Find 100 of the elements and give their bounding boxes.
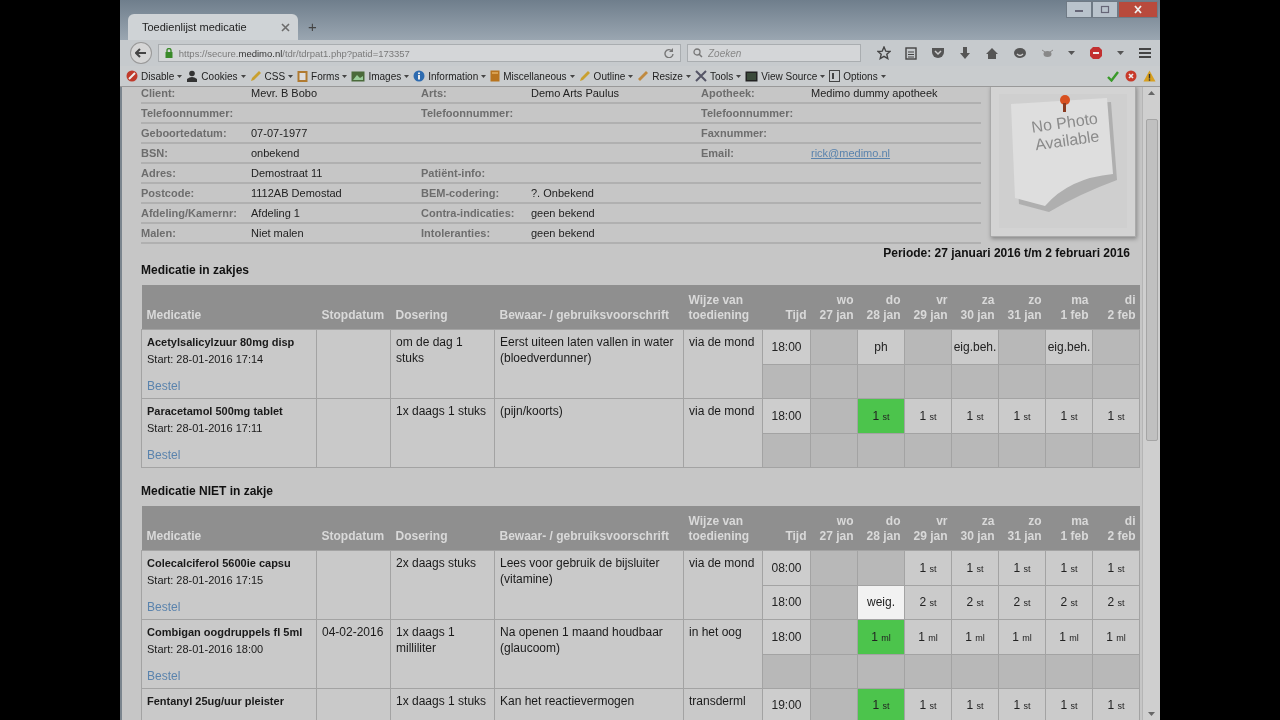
scroll-down-icon[interactable] — [1148, 712, 1155, 716]
image-icon — [351, 70, 366, 82]
column-header: vr 29 jan — [904, 506, 952, 551]
window-icon — [829, 70, 841, 82]
chat-icon[interactable] — [1013, 46, 1027, 60]
field-label: Adres: — [141, 167, 176, 179]
stop-sign-icon[interactable] — [1089, 46, 1103, 60]
toolbar-menu-button[interactable]: Disable — [126, 70, 187, 82]
dose-cell: ph — [857, 329, 905, 364]
dose-cell: 1 ml — [998, 619, 1046, 654]
time-cell: 18:00 — [771, 595, 802, 610]
toolbar-menu-button[interactable]: View Source — [745, 70, 830, 82]
column-header: Stopdatum — [316, 285, 391, 330]
pocket-icon[interactable] — [931, 47, 945, 59]
caret-icon — [342, 74, 348, 78]
table-cell: via de mond — [689, 404, 755, 418]
field-label: Afdeling/Kamernr: — [141, 207, 237, 219]
field-value: 1112AB Demostad — [251, 187, 342, 199]
caret-icon[interactable] — [1068, 51, 1075, 55]
column-header: vr 29 jan — [904, 285, 952, 330]
table-cell: 04-02-2016 — [322, 625, 384, 639]
field-label: Contra-indicaties: — [421, 207, 515, 219]
medication-name: Paracetamol 500mg tablet — [147, 404, 284, 419]
toolbar-menu-button[interactable]: Forms — [297, 70, 352, 82]
checkmark-icon[interactable] — [1107, 70, 1119, 82]
scroll-up-icon[interactable] — [1148, 91, 1155, 95]
time-cell: 19:00 — [771, 698, 802, 712]
error-icon[interactable] — [1125, 70, 1137, 82]
toolbar-menu-button[interactable]: Miscellaneous — [490, 70, 579, 82]
search-field[interactable]: Zoeken — [687, 44, 861, 62]
column-header: Dosering — [390, 285, 495, 330]
toolbar-menu-button[interactable]: Tools — [694, 70, 746, 82]
table-cell: 2x daags stuks — [396, 556, 477, 570]
column-header: za 30 jan — [951, 285, 999, 330]
table-cell: 1x daags 1 milliliter — [396, 625, 455, 655]
star-icon[interactable] — [877, 46, 891, 60]
field-value: ?. Onbekend — [531, 187, 594, 199]
browser-tab[interactable]: Toedienlijst medicatie — [128, 14, 298, 40]
close-button[interactable] — [1118, 1, 1158, 18]
table-cell: transderml — [689, 694, 746, 708]
field-label: BEM-codering: — [421, 187, 500, 199]
field-label: BSN: — [141, 147, 168, 159]
dose-cell: 1 ml — [951, 619, 999, 654]
toolbar-menu-button[interactable]: Resize — [637, 70, 695, 82]
table-cell: (pijn/koorts) — [500, 404, 563, 418]
table-cell: 1x daags 1 stuks — [396, 694, 487, 708]
dose-cell: 1 st — [998, 398, 1046, 433]
field-value: Demostraat 11 — [251, 167, 323, 179]
medication-name: Combigan oogdruppels fl 5ml — [147, 625, 304, 640]
reload-icon[interactable] — [664, 48, 674, 58]
toolbar-menu-button[interactable]: Information — [413, 70, 491, 82]
back-button[interactable] — [130, 42, 152, 64]
toolbar-menu-button[interactable]: Cookies — [186, 70, 250, 82]
search-icon — [693, 48, 703, 58]
toolbar-menu-button[interactable]: Images — [351, 70, 414, 82]
field-value: geen bekend — [531, 207, 595, 219]
field-label: Faxnummer: — [701, 127, 768, 139]
section-heading: Medicatie in zakjes — [141, 263, 251, 277]
time-cell: 18:00 — [771, 339, 802, 354]
clipboard-icon[interactable] — [905, 46, 917, 60]
caret-icon — [736, 74, 742, 78]
caret-icon — [569, 74, 575, 78]
column-header: zo 31 jan — [998, 285, 1046, 330]
close-icon[interactable] — [281, 22, 290, 32]
scrollbar[interactable] — [1142, 87, 1160, 720]
column-header: di 2 feb — [1092, 285, 1140, 330]
column-header: Medicatie — [141, 285, 317, 330]
period-text: Periode: 27 januari 2016 t/m 2 februari 2016 — [882, 246, 1131, 260]
caret-icon — [628, 74, 634, 78]
toolbar-menu-button[interactable]: Options — [829, 70, 890, 82]
field-label: Patiënt-info: — [421, 167, 486, 179]
maximize-button[interactable] — [1092, 1, 1118, 18]
medication-name: Fentanyl 25ug/uur pleister — [147, 694, 285, 709]
dose-cell: eig.beh. — [951, 329, 999, 364]
person-icon — [186, 70, 199, 82]
caret-icon[interactable] — [1117, 51, 1124, 55]
dose-cell: 1 st — [998, 550, 1046, 585]
caret-icon — [240, 74, 246, 78]
scrollbar-thumb[interactable] — [1145, 119, 1158, 441]
address-bar[interactable]: https://secure.medimo.nl/tdr/tdrpat1.php?patid=173357 — [157, 44, 681, 62]
toolbar-menu-button[interactable]: Outline — [578, 70, 638, 82]
minimize-button[interactable] — [1066, 1, 1092, 18]
maximize-icon — [1100, 5, 1110, 14]
field-label: Malen: — [141, 227, 176, 239]
medication-name: Colecalciferol 5600ie capsu — [147, 556, 292, 571]
column-header: zo 31 jan — [998, 506, 1046, 551]
warning-icon[interactable] — [1143, 70, 1156, 82]
menu-icon[interactable] — [1138, 47, 1152, 59]
pencil-icon — [578, 70, 591, 82]
caret-icon — [404, 74, 410, 78]
start-date: Start: 28-01-2016 17:15 — [147, 573, 265, 588]
field-value: Demo Arts Paulus — [531, 87, 620, 99]
toolbar-menu-button[interactable]: CSS — [249, 70, 298, 82]
dose-cell: 1 st — [1092, 550, 1140, 585]
dose-cell: 1 st — [857, 398, 905, 433]
download-icon[interactable] — [959, 46, 971, 60]
home-icon[interactable] — [985, 46, 999, 60]
dose-cell: 1 ml — [1092, 619, 1140, 654]
table-cell: via de mond — [689, 556, 755, 570]
column-header: Dosering — [390, 506, 495, 551]
